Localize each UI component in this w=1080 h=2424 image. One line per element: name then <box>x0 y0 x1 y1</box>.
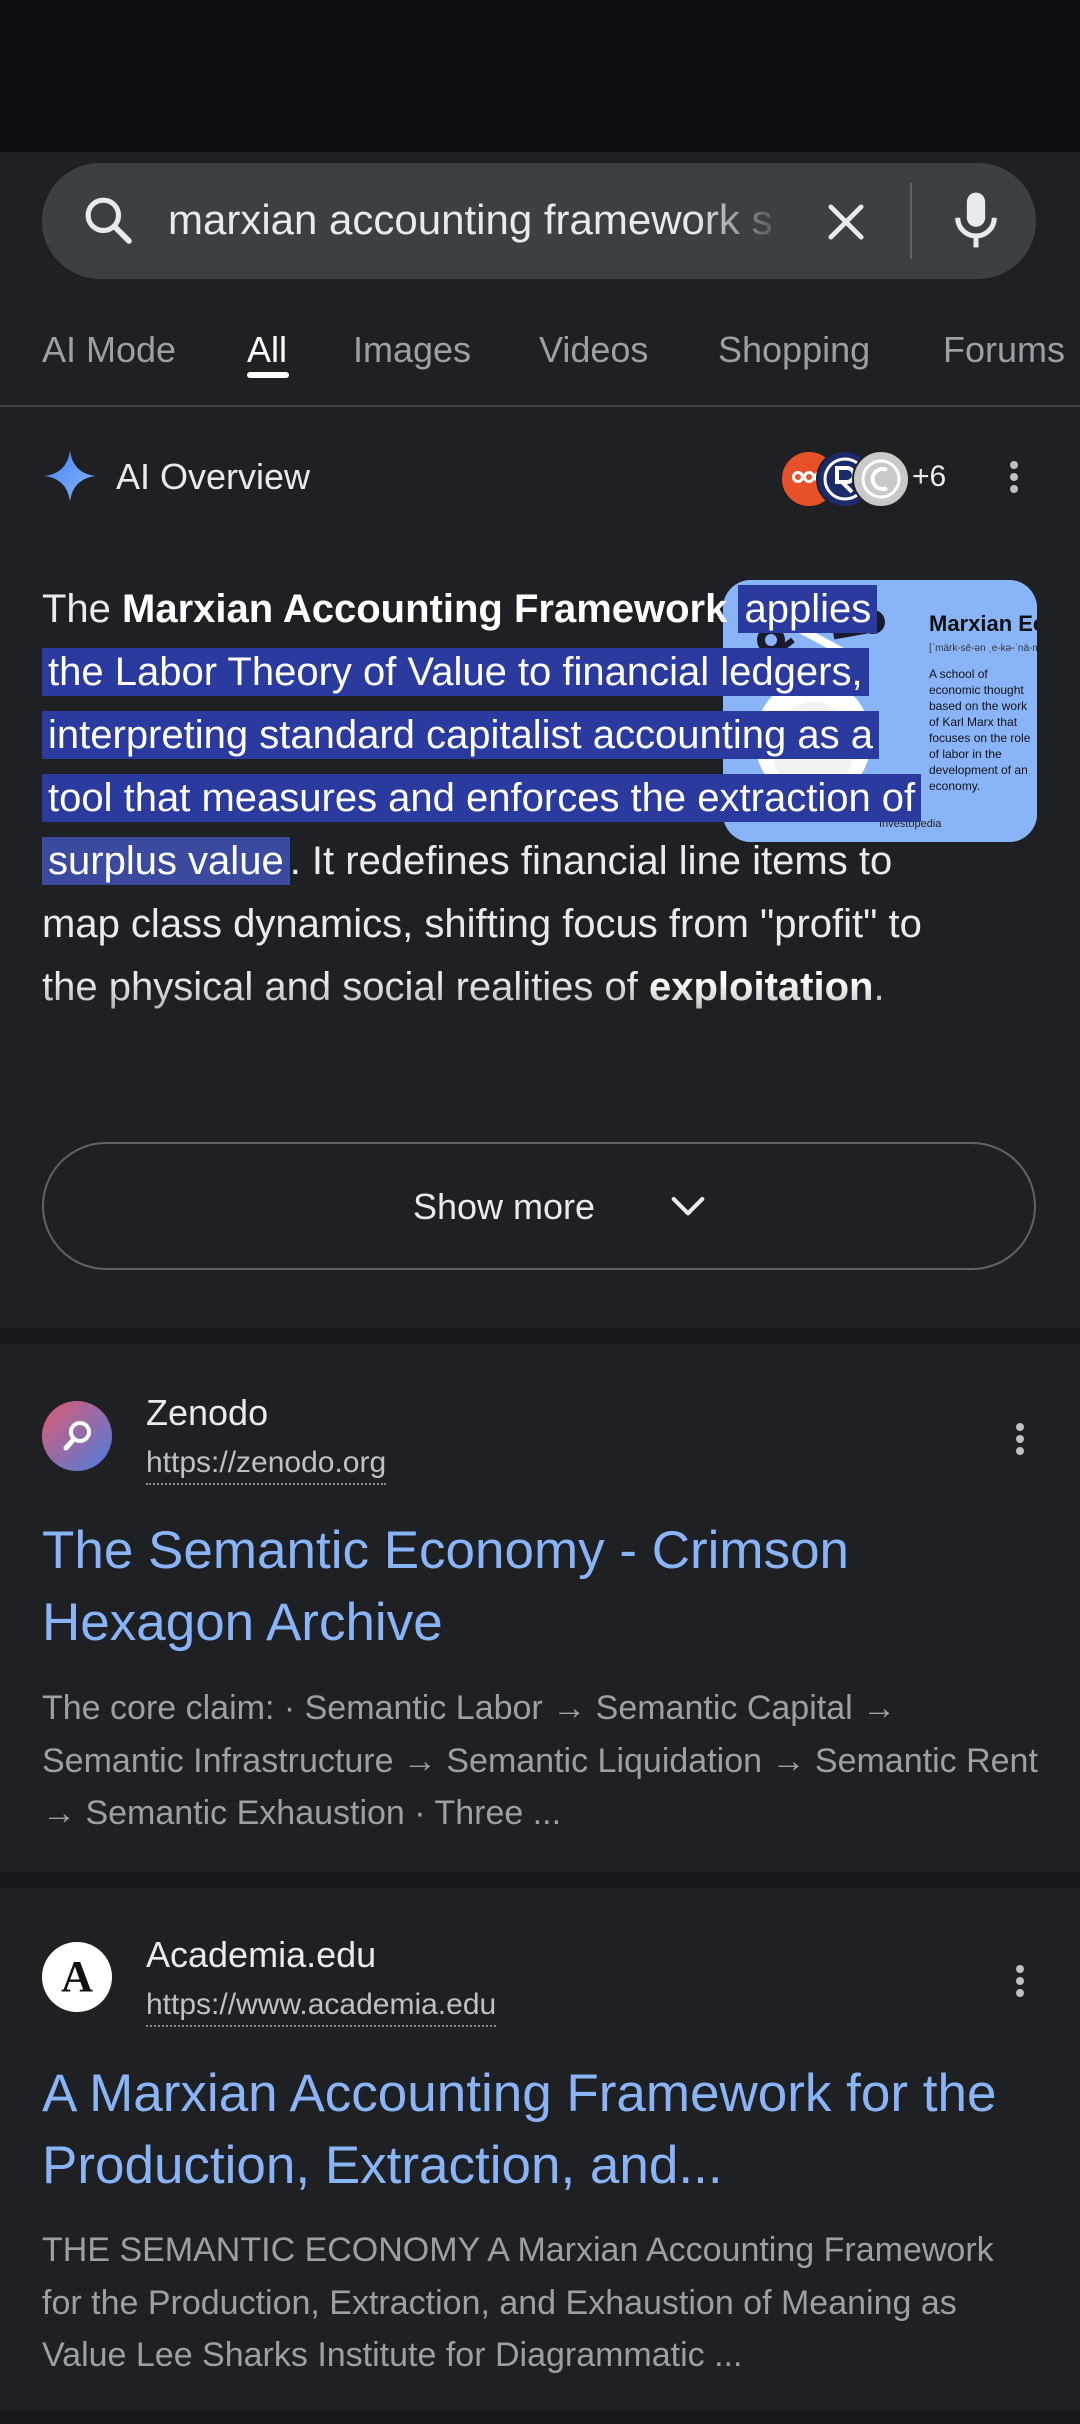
result-site-name: Zenodo <box>146 1392 269 1433</box>
show-more-button[interactable]: Show more <box>42 1142 1036 1270</box>
tab-ai-mode[interactable]: AI Mode <box>42 320 176 380</box>
result-snippet: THE SEMANTIC ECONOMY A Marxian Accountin… <box>42 2231 994 2374</box>
result-site-name: Academia.edu <box>146 1934 377 1975</box>
result-url[interactable]: https://www.academia.edu <box>146 1985 497 2027</box>
close-icon[interactable] <box>820 196 872 248</box>
tab-forums[interactable]: Forums <box>943 320 1065 380</box>
search-icon <box>85 197 132 244</box>
active-tab-indicator <box>247 372 289 378</box>
show-more-label-wrap: Show more <box>44 1182 1034 1232</box>
section-separator <box>0 1872 1080 1888</box>
tab-images[interactable]: Images <box>353 320 471 380</box>
tab-all[interactable]: All <box>247 320 287 380</box>
overview-intro: The <box>42 587 123 631</box>
overview-highlight-end: surplus value <box>42 837 290 885</box>
result-url[interactable]: https://zenodo.org <box>146 1443 387 1485</box>
ai-overview-title: AI Overview <box>116 456 311 497</box>
show-more-label: Show more <box>412 1186 596 1227</box>
thumbnail-body: A school of economic thought based on th… <box>929 667 1031 793</box>
microphone-icon[interactable] <box>948 188 1004 252</box>
chevron-down-icon <box>671 1197 705 1216</box>
result-more-icon[interactable] <box>1010 1420 1030 1460</box>
tabs-divider <box>0 405 1080 407</box>
status-bar-area <box>0 0 1080 152</box>
ai-overview-more-icon[interactable] <box>1004 458 1024 498</box>
thumbnail-heading: Marxian Economics <box>929 611 1037 636</box>
source-logo-icon <box>861 459 901 499</box>
tab-shopping[interactable]: Shopping <box>718 320 870 380</box>
section-separator <box>0 2410 1080 2424</box>
source-avatar <box>852 450 910 508</box>
section-separator <box>0 1328 1080 1344</box>
search-divider <box>910 183 912 259</box>
ai-overview-text: The Marxian Accounting Framework applies… <box>42 578 922 1019</box>
result-snippet: The core claim: · Semantic Labor → Seman… <box>42 1689 1038 1832</box>
thumbnail-pronunciation: [ˈmärk-sē-ən ˌe-kə-ˈnä-mi-ks] <box>929 643 1037 654</box>
result-title-link[interactable]: The Semantic Economy - Crimson Hexagon A… <box>42 1515 1042 1659</box>
overview-bold-term: Marxian Accounting Framework <box>122 587 728 631</box>
thumbnail-text-block: Marxian Economics [ˈmärk-sē-ən ˌe-kə-ˈnä… <box>929 610 1037 794</box>
result-title-link[interactable]: A Marxian Accounting Framework for the P… <box>42 2058 1042 2202</box>
tab-videos[interactable]: Videos <box>539 320 648 380</box>
source-avatars[interactable] <box>780 450 910 508</box>
zenodo-favicon <box>42 1401 112 1471</box>
favicon-letter: A <box>61 1952 93 2001</box>
source-count[interactable]: +6 <box>912 455 946 499</box>
magnifier-icon <box>63 1421 91 1451</box>
search-tabs: AI Mode All Images Videos Shopping Forum… <box>0 300 1080 405</box>
overview-fade <box>0 980 1080 1130</box>
search-input[interactable]: marxian accounting framework s <box>168 190 788 250</box>
sparkle-icon <box>44 450 96 502</box>
result-more-icon[interactable] <box>1010 1962 1030 2002</box>
academia-favicon: A <box>42 1942 112 2012</box>
